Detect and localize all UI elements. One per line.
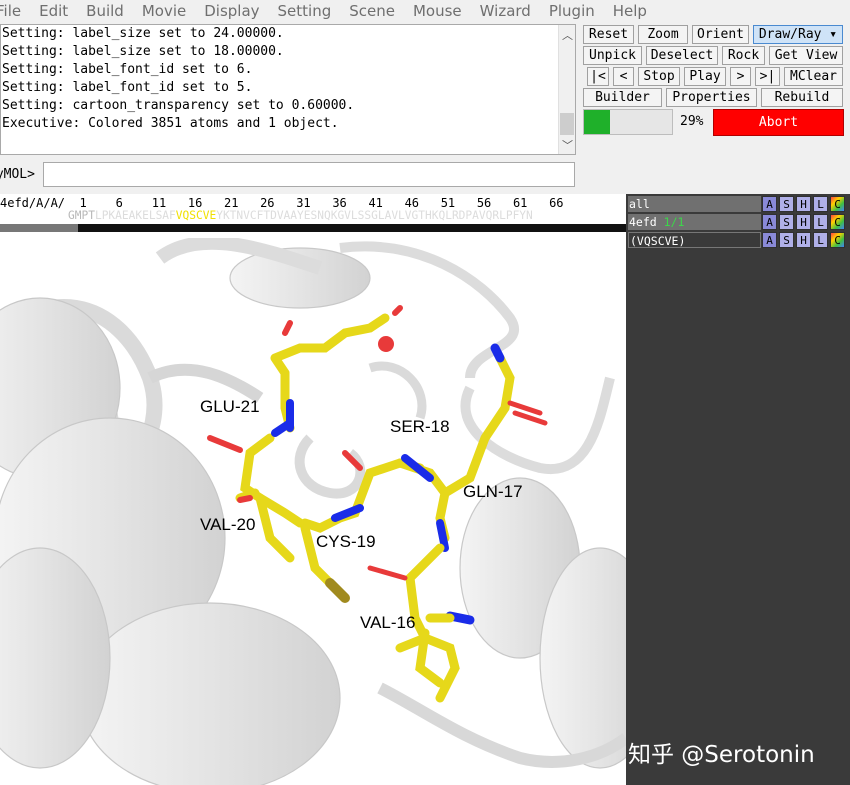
- play-button[interactable]: Play: [684, 67, 726, 86]
- sequence-selection[interactable]: VQSCVE: [176, 209, 216, 222]
- command-prompt-label: PyMOL>: [0, 167, 35, 182]
- object-state: 1/1: [663, 215, 685, 229]
- menu-file[interactable]: File: [0, 2, 21, 20]
- menu-mouse[interactable]: Mouse: [413, 2, 462, 20]
- object-row-all[interactable]: all A S H L C: [628, 196, 850, 212]
- sequence-before-selection[interactable]: LPKAEAKELSAF: [95, 209, 176, 222]
- menu-plugin[interactable]: Plugin: [549, 2, 595, 20]
- object-row-selection[interactable]: (VQSCVE) A S H L C: [628, 232, 850, 248]
- menu-edit[interactable]: Edit: [39, 2, 68, 20]
- log-line: Executive: Colored 3851 atoms and 1 obje…: [2, 116, 339, 131]
- sequence-scrollbar[interactable]: [0, 224, 626, 232]
- object-name-text: 4efd: [629, 215, 657, 229]
- label-glu-21: GLU-21: [200, 397, 260, 416]
- scroll-up-icon[interactable]: ︿: [559, 27, 575, 43]
- menu-setting[interactable]: Setting: [278, 2, 332, 20]
- show-button[interactable]: S: [779, 214, 794, 230]
- log-line: Setting: label_size set to 18.00000.: [2, 44, 284, 59]
- cartoon-backbone: [0, 238, 626, 785]
- hide-button[interactable]: H: [796, 214, 811, 230]
- reset-button[interactable]: Reset: [583, 25, 634, 44]
- action-button[interactable]: A: [762, 232, 777, 248]
- sequence-residues[interactable]: GMPTLPKAEAKELSAFVQSCVEYKTNVCFTDVAAYESNQK…: [68, 209, 533, 222]
- draw-ray-button[interactable]: Draw/Ray ▾: [753, 25, 843, 44]
- log-scrollbar[interactable]: ︿ ﹀: [558, 25, 575, 154]
- properties-button[interactable]: Properties: [666, 88, 757, 107]
- scroll-down-icon[interactable]: ﹀: [559, 137, 575, 153]
- unpick-button[interactable]: Unpick: [583, 46, 642, 65]
- output-log: Setting: label_size set to 24.00000. Set…: [0, 24, 576, 155]
- menu-scene[interactable]: Scene: [349, 2, 395, 20]
- get-view-button[interactable]: Get View: [769, 46, 843, 65]
- color-button[interactable]: C: [830, 232, 845, 248]
- log-line: Setting: label_font_id set to 5.: [2, 80, 253, 95]
- hide-button[interactable]: H: [796, 232, 811, 248]
- last-frame-button[interactable]: >|: [755, 67, 780, 86]
- object-name[interactable]: 4efd 1/1: [628, 214, 761, 230]
- menu-display[interactable]: Display: [204, 2, 259, 20]
- zoom-button[interactable]: Zoom: [638, 25, 688, 44]
- mclear-button[interactable]: MClear: [784, 67, 843, 86]
- abort-button[interactable]: Abort: [713, 109, 844, 136]
- sequence-numbering: 4efd/A/A/ 1 6 11 16 21 26 31 36 41 46 51…: [0, 196, 564, 210]
- next-frame-button[interactable]: >: [730, 67, 751, 86]
- log-line: Setting: label_size set to 24.00000.: [2, 26, 284, 41]
- rebuild-button[interactable]: Rebuild: [761, 88, 843, 107]
- menu-wizard[interactable]: Wizard: [480, 2, 531, 20]
- menu-build[interactable]: Build: [86, 2, 124, 20]
- sequence-scroll-thumb[interactable]: [0, 224, 78, 232]
- object-panel: [626, 194, 850, 785]
- label-button[interactable]: L: [813, 232, 828, 248]
- deselect-button[interactable]: Deselect: [646, 46, 718, 65]
- label-val-16: VAL-16: [360, 613, 415, 632]
- color-button[interactable]: C: [830, 214, 845, 230]
- command-input[interactable]: [43, 162, 575, 187]
- label-gln-17: GLN-17: [463, 482, 523, 501]
- molecule-viewport[interactable]: GLU-21 SER-18 GLN-17 VAL-20 CYS-19 VAL-1…: [0, 238, 626, 785]
- watermark-text: 知乎 @Serotonin: [628, 742, 815, 768]
- first-frame-button[interactable]: |<: [587, 67, 609, 86]
- label-button[interactable]: L: [813, 214, 828, 230]
- hide-button[interactable]: H: [796, 196, 811, 212]
- builder-button[interactable]: Builder: [583, 88, 662, 107]
- orient-button[interactable]: Orient: [692, 25, 749, 44]
- action-button[interactable]: A: [762, 196, 777, 212]
- label-ser-18: SER-18: [390, 417, 450, 436]
- show-button[interactable]: S: [779, 196, 794, 212]
- object-name[interactable]: all: [628, 196, 761, 212]
- label-cys-19: CYS-19: [316, 532, 376, 551]
- molecule-render: GLU-21 SER-18 GLN-17 VAL-20 CYS-19 VAL-1…: [0, 238, 626, 785]
- menu-help[interactable]: Help: [613, 2, 647, 20]
- scroll-thumb[interactable]: [560, 113, 574, 135]
- rock-button[interactable]: Rock: [722, 46, 765, 65]
- label-button[interactable]: L: [813, 196, 828, 212]
- log-line: Setting: cartoon_transparency set to 0.6…: [2, 98, 355, 113]
- action-button[interactable]: A: [762, 214, 777, 230]
- progress-percent: 29%: [680, 114, 704, 129]
- menu-movie[interactable]: Movie: [142, 2, 186, 20]
- show-button[interactable]: S: [779, 232, 794, 248]
- sequence-prefix[interactable]: GMPT: [68, 209, 95, 222]
- progress-bar: [583, 109, 673, 135]
- object-row-4efd[interactable]: 4efd 1/1 A S H L C: [628, 214, 850, 230]
- log-line: Setting: label_font_id set to 6.: [2, 62, 253, 77]
- stop-button[interactable]: Stop: [638, 67, 680, 86]
- color-button[interactable]: C: [830, 196, 845, 212]
- menu-bar: File Edit Build Movie Display Setting Sc…: [0, 0, 850, 22]
- label-val-20: VAL-20: [200, 515, 255, 534]
- sequence-viewer[interactable]: 4efd/A/A/ 1 6 11 16 21 26 31 36 41 46 51…: [0, 194, 626, 238]
- prev-frame-button[interactable]: <: [613, 67, 634, 86]
- object-name[interactable]: (VQSCVE): [628, 232, 761, 248]
- progress-fill: [584, 110, 610, 134]
- sequence-after-selection[interactable]: YKTNVCFTDVAAYESNQKGVLSSGLAVLVGTHKQLRDPAV…: [216, 209, 533, 222]
